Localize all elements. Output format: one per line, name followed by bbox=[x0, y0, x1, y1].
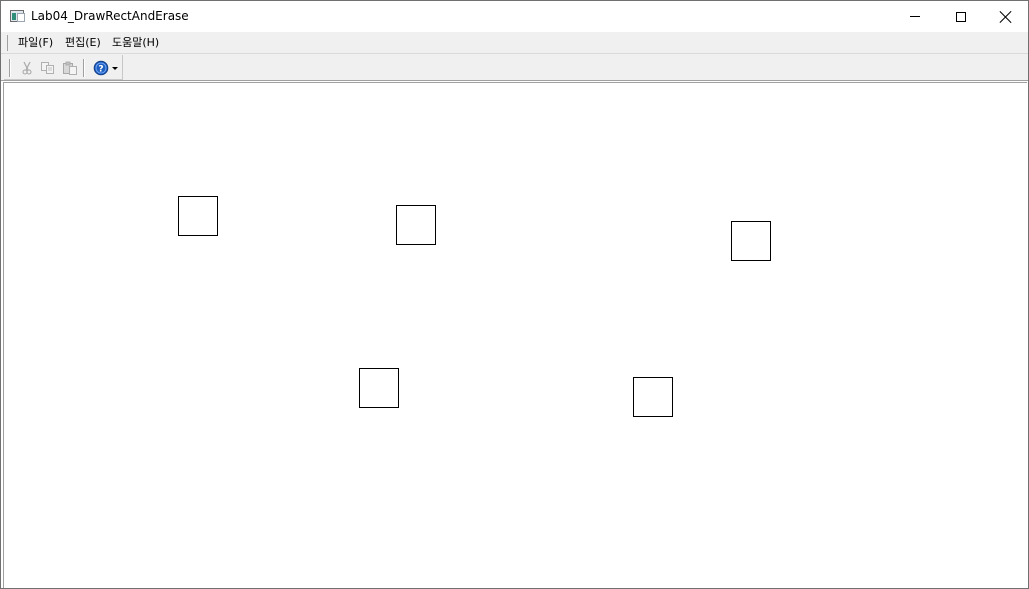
paste-icon bbox=[63, 61, 77, 75]
app-window-icon[interactable] bbox=[10, 10, 25, 22]
help-icon: ? bbox=[93, 60, 109, 76]
cut-icon bbox=[22, 61, 32, 75]
menu-bar-grip bbox=[7, 35, 8, 51]
maximize-button[interactable] bbox=[938, 1, 984, 32]
title-bar[interactable]: Lab04_DrawRectAndErase bbox=[1, 1, 1028, 32]
cut-button[interactable] bbox=[18, 59, 36, 77]
close-icon bbox=[1000, 11, 1012, 23]
drawing-canvas[interactable] bbox=[3, 82, 1027, 588]
svg-text:?: ? bbox=[98, 65, 103, 75]
paste-button[interactable] bbox=[61, 59, 79, 77]
menu-bar: 파일(F) 편집(E) 도움말(H) bbox=[1, 32, 1028, 54]
maximize-icon bbox=[956, 11, 966, 22]
menu-help[interactable]: 도움말(H) bbox=[110, 35, 161, 51]
drawn-rectangle bbox=[396, 205, 436, 245]
menu-edit[interactable]: 편집(E) bbox=[63, 35, 103, 51]
help-button[interactable]: ? bbox=[92, 59, 110, 77]
toolbar-band: ? bbox=[4, 55, 123, 80]
menu-file[interactable]: 파일(F) bbox=[16, 35, 55, 51]
window-title: Lab04_DrawRectAndErase bbox=[31, 9, 189, 23]
copy-icon bbox=[41, 62, 54, 74]
app-window: Lab04_DrawRectAndErase 파일(F) 편집(E) 도움말(H… bbox=[0, 0, 1029, 589]
drawn-rectangle bbox=[359, 368, 399, 408]
toolbar-grip[interactable] bbox=[9, 59, 11, 77]
help-dropdown-arrow-icon[interactable] bbox=[112, 67, 118, 70]
toolbar: ? bbox=[1, 54, 1028, 81]
drawn-rectangle bbox=[633, 377, 673, 417]
drawn-rectangle bbox=[731, 221, 771, 261]
toolbar-separator bbox=[83, 59, 85, 77]
drawn-rectangle bbox=[178, 196, 218, 236]
copy-button[interactable] bbox=[39, 59, 57, 77]
minimize-button[interactable] bbox=[892, 1, 938, 32]
close-button[interactable] bbox=[983, 1, 1029, 32]
minimize-icon bbox=[910, 16, 920, 17]
